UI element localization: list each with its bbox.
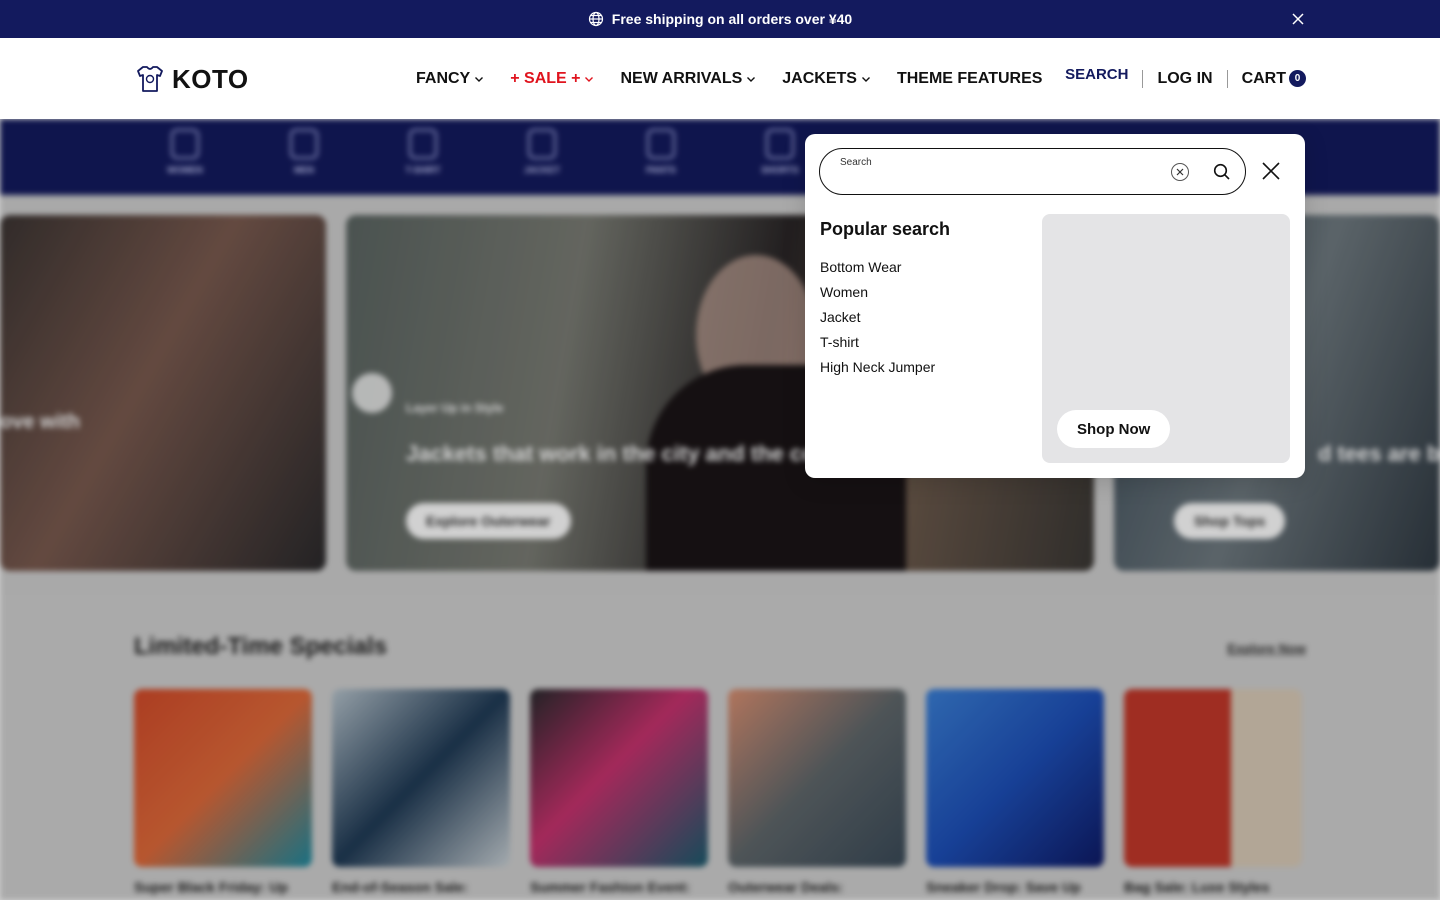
nav-theme-features[interactable]: THEME FEATURES: [897, 70, 1042, 88]
nav-label: THEME FEATURES: [896, 69, 1043, 87]
chevron-down-icon: [474, 74, 484, 84]
nav-sale[interactable]: + SALE +: [510, 70, 594, 88]
site-header: KOTO FANCY + SALE + NEW ARRIVALS JACKETS…: [0, 38, 1440, 119]
main-nav: FANCY + SALE + NEW ARRIVALS JACKETS THEM…: [416, 38, 1068, 119]
nav-label: + SALE +: [510, 69, 581, 87]
cart-link[interactable]: CART 0: [1242, 70, 1306, 88]
logo-text: KOTO: [172, 63, 249, 94]
close-icon[interactable]: [1290, 11, 1306, 27]
popular-search-list: Bottom Wear Women Jacket T-shirt High Ne…: [820, 258, 935, 383]
announcement-bar: Free shipping on all orders over ¥40: [0, 0, 1440, 38]
popular-search-item[interactable]: Women: [820, 283, 935, 308]
search-field[interactable]: Search: [819, 148, 1246, 195]
chevron-down-icon: [584, 74, 594, 84]
nav-jackets[interactable]: JACKETS: [782, 70, 871, 88]
search-field-label: Search: [840, 157, 872, 168]
chevron-down-icon: [746, 74, 756, 84]
popular-search-title: Popular search: [820, 219, 951, 239]
nav-label: JACKETS: [782, 69, 857, 87]
globe-icon: [588, 11, 604, 27]
popular-search-item[interactable]: High Neck Jumper: [820, 358, 935, 383]
search-panel: Search Popular search Bottom Wear Women …: [805, 134, 1305, 478]
shop-now-button[interactable]: Shop Now: [1057, 410, 1171, 448]
divider: [1142, 69, 1144, 88]
popular-search-item[interactable]: T-shirt: [820, 333, 935, 358]
cart-label: CART: [1241, 69, 1286, 87]
header-search-link[interactable]: SEARCH: [1065, 66, 1128, 83]
search-icon[interactable]: [1211, 161, 1233, 183]
clear-search-icon[interactable]: [1171, 163, 1189, 181]
announcement-text: Free shipping on all orders over ¥40: [611, 11, 853, 27]
nav-label: NEW ARRIVALS: [620, 69, 743, 87]
cart-count-badge: 0: [1289, 70, 1306, 87]
close-search-icon[interactable]: [1261, 161, 1281, 181]
logo[interactable]: KOTO: [134, 62, 249, 96]
chevron-down-icon: [861, 74, 871, 84]
header-actions: SEARCH LOG IN CART 0: [1065, 38, 1306, 119]
nav-fancy[interactable]: FANCY: [416, 70, 484, 88]
promo-card: Shop Now: [1042, 214, 1290, 463]
tshirt-logo-icon: [137, 66, 163, 92]
login-link[interactable]: LOG IN: [1157, 70, 1212, 88]
nav-label: FANCY: [416, 69, 471, 87]
search-input[interactable]: [840, 171, 1160, 189]
divider: [1226, 69, 1228, 88]
popular-search-item[interactable]: Jacket: [820, 308, 935, 333]
popular-search-item[interactable]: Bottom Wear: [820, 258, 935, 283]
nav-new-arrivals[interactable]: NEW ARRIVALS: [620, 70, 756, 88]
